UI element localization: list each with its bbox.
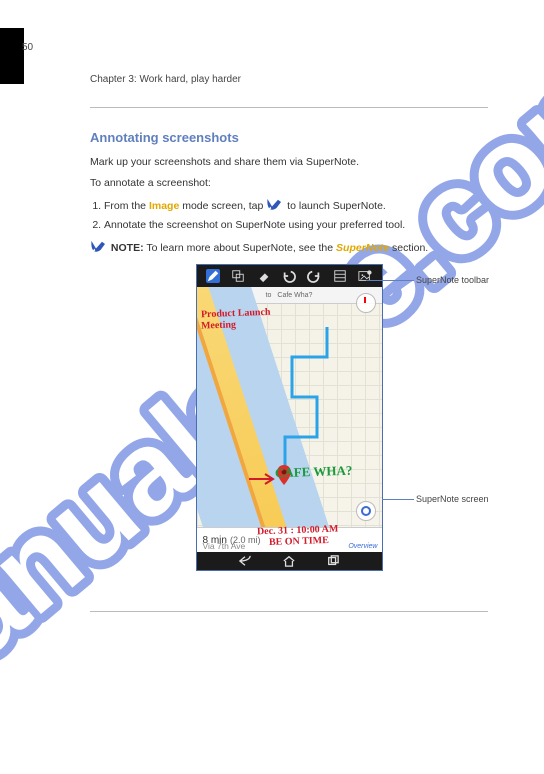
undo-icon[interactable]	[282, 269, 296, 283]
steps-label: To annotate a screenshot:	[90, 176, 488, 191]
redo-icon[interactable]	[307, 269, 321, 283]
back-icon[interactable]	[238, 555, 252, 567]
eraser-icon[interactable]	[257, 269, 271, 283]
section-intro: Mark up your screenshots and share them …	[90, 155, 488, 170]
note-lead: NOTE:	[111, 242, 144, 254]
supernote-toolbar	[197, 265, 382, 287]
handwriting: BE ON TIME	[268, 536, 328, 549]
page-edge-tab	[0, 28, 24, 84]
device-nav-bar	[197, 552, 382, 570]
note-body: To learn more about SuperNote, see the	[146, 242, 336, 254]
grid-icon[interactable]	[333, 269, 347, 283]
step-text: From the	[104, 200, 149, 212]
route-via: Via 7th Ave	[203, 541, 246, 551]
overview-link[interactable]: Overview	[348, 543, 377, 550]
callout-label-screen: SuperNote screen	[416, 494, 489, 504]
shape-icon[interactable]	[231, 269, 245, 283]
callout-line	[366, 280, 414, 281]
list-item: From the Image mode screen, tap to launc…	[104, 197, 488, 214]
mode-name: Image	[149, 200, 179, 212]
recent-apps-icon[interactable]	[326, 555, 340, 567]
step-text: mode screen, tap	[179, 200, 266, 212]
pen-icon	[266, 197, 284, 213]
step-text: Annotate the screenshot on SuperNote usi…	[104, 219, 405, 231]
page-number: 50	[22, 42, 33, 53]
handwriting-arrow	[247, 472, 277, 489]
step-text: to launch SuperNote.	[284, 200, 386, 212]
note-link: SuperNote	[336, 242, 389, 254]
route-info-bar: 8 min (2.0 mi) Via 7th Ave Dec. 31 : 10:…	[197, 527, 382, 552]
pencil-icon[interactable]	[206, 269, 220, 283]
steps-list: From the Image mode screen, tap to launc…	[104, 197, 488, 232]
chapter-heading: Chapter 3: Work hard, play harder	[90, 74, 488, 85]
list-item: Annotate the screenshot on SuperNote usi…	[104, 218, 488, 233]
section-title: Annotating screenshots	[90, 130, 488, 145]
note-tail: section.	[389, 242, 428, 254]
divider	[90, 611, 488, 612]
home-icon[interactable]	[282, 555, 296, 567]
device-mock: to Cafe Wha? Product Launch	[196, 264, 383, 571]
locate-me-icon[interactable]	[356, 501, 376, 521]
pen-icon	[90, 239, 108, 255]
figure: SuperNote toolbar SuperNote screen	[174, 264, 404, 571]
callout-label-toolbar: SuperNote toolbar	[416, 275, 489, 285]
handwriting: Meeting	[200, 320, 235, 332]
note-paragraph: NOTE: To learn more about SuperNote, see…	[90, 239, 488, 256]
divider	[90, 107, 488, 108]
handwriting: CAFE WHA?	[274, 464, 352, 480]
map-screenshot: to Cafe Wha? Product Launch	[197, 287, 382, 527]
